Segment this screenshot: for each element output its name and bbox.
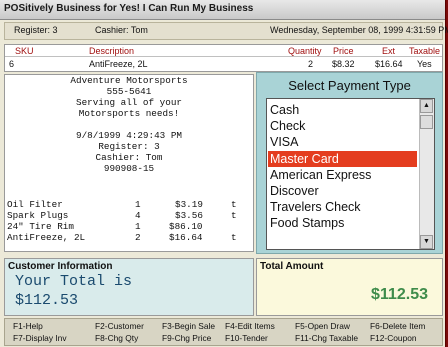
scroll-down-arrow-icon[interactable]: ▼ xyxy=(420,235,433,249)
fkey-f4-edit-items[interactable]: F4-Edit Items xyxy=(225,320,275,332)
receipt-panel: Adventure Motorsports 555-5641 Serving a… xyxy=(4,74,254,252)
receipt-item-price: $86.10 xyxy=(169,221,203,232)
receipt-register: Register: 3 xyxy=(98,141,160,152)
payment-options: Cash Check VISA Master Card American Exp… xyxy=(268,102,417,232)
fkey-f3-begin-sale[interactable]: F3-Begin Sale xyxy=(162,320,215,332)
register-label: Register: 3 xyxy=(14,25,58,35)
payment-option-master-card[interactable]: Master Card xyxy=(268,150,417,167)
payment-type-list[interactable]: Cash Check VISA Master Card American Exp… xyxy=(266,98,435,250)
fkey-f6-delete-item[interactable]: F6-Delete Item xyxy=(370,320,425,332)
fkey-f1-help[interactable]: F1-Help xyxy=(13,320,43,332)
payment-option-american-express[interactable]: American Express xyxy=(268,167,417,183)
payment-option-cash[interactable]: Cash xyxy=(268,102,417,118)
header-price: Price xyxy=(333,46,354,56)
scroll-thumb[interactable] xyxy=(420,115,433,129)
receipt-item-name: AntiFreeze, 2L xyxy=(7,232,86,243)
payment-option-food-stamps[interactable]: Food Stamps xyxy=(268,215,417,231)
row-sku[interactable]: 6 xyxy=(9,59,14,69)
receipt-item-tax: t xyxy=(231,199,237,210)
total-amount-panel: Total Amount $112.53 xyxy=(256,258,443,316)
receipt-item-price: $3.56 xyxy=(175,210,203,221)
payment-title: Select Payment Type xyxy=(288,78,411,93)
fkey-f12-coupon[interactable]: F12-Coupon xyxy=(370,332,417,344)
receipt-store-name: Adventure Motorsports xyxy=(70,75,188,86)
title-bar: POSitively Business for Yes! I Can Run M… xyxy=(0,0,445,20)
total-amount-label: Total Amount xyxy=(260,261,324,272)
receipt-item-price: $16.64 xyxy=(169,232,203,243)
receipt-item-name: 24" Tire Rim xyxy=(7,221,74,232)
cashier-label: Cashier: Tom xyxy=(95,25,148,35)
receipt-item-name: Spark Plugs xyxy=(7,210,69,221)
window-title: POSitively Business for Yes! I Can Run M… xyxy=(4,3,254,14)
customer-total-text: Your Total is xyxy=(15,273,133,290)
row-ext[interactable]: $16.64 xyxy=(375,59,403,69)
customer-info-panel: Customer Information Your Total is $112.… xyxy=(4,258,254,316)
fkey-f9-chg-price[interactable]: F9-Chg Price xyxy=(162,332,211,344)
receipt-datetime: 9/8/1999 4:29:43 PM xyxy=(75,130,182,141)
fkey-f7-display-inv[interactable]: F7-Display Inv xyxy=(13,332,67,344)
fkey-f2-customer[interactable]: F2-Customer xyxy=(95,320,144,332)
function-key-bar: F1-Help F2-Customer F3-Begin Sale F4-Edi… xyxy=(4,318,443,346)
scroll-up-arrow-icon[interactable]: ▲ xyxy=(420,99,433,113)
receipt-slogan-2: Motorsports needs! xyxy=(78,108,180,119)
receipt-item-qty: 2 xyxy=(135,232,141,243)
payment-list-scrollbar[interactable]: ▲ ▼ xyxy=(419,99,434,249)
fkey-f10-tender[interactable]: F10-Tender xyxy=(225,332,268,344)
item-table[interactable]: SKU Description Quantity Price Ext Taxab… xyxy=(4,44,443,72)
payment-option-discover[interactable]: Discover xyxy=(268,183,417,199)
receipt-item-tax: t xyxy=(231,232,237,243)
header-quantity: Quantity xyxy=(288,46,322,56)
receipt-item-qty: 1 xyxy=(135,199,141,210)
customer-info-label: Customer Information xyxy=(8,261,113,272)
payment-option-travelers-check[interactable]: Travelers Check xyxy=(268,199,417,215)
header-divider xyxy=(5,56,442,57)
receipt-phone: 555-5641 xyxy=(106,86,152,97)
pos-window: POSitively Business for Yes! I Can Run M… xyxy=(0,0,448,347)
receipt-cashier: Cashier: Tom xyxy=(95,152,163,163)
fkey-f5-open-draw[interactable]: F5-Open Draw xyxy=(295,320,350,332)
receipt-item-name: Oil Filter xyxy=(7,199,63,210)
receipt-transaction-id: 990908-15 xyxy=(103,163,155,174)
row-quantity[interactable]: 2 xyxy=(308,59,313,69)
row-price[interactable]: $8.32 xyxy=(332,59,355,69)
payment-type-panel: Select Payment Type Cash Check VISA Mast… xyxy=(256,72,443,254)
header-description: Description xyxy=(89,46,135,56)
receipt-item-tax: t xyxy=(231,210,237,221)
receipt-item-price: $3.19 xyxy=(175,199,203,210)
customer-total-amount: $112.53 xyxy=(15,292,79,309)
payment-option-check[interactable]: Check xyxy=(268,118,417,134)
receipt-item-qty: 1 xyxy=(135,221,141,232)
receipt-item-qty: 4 xyxy=(135,210,141,221)
payment-option-visa[interactable]: VISA xyxy=(268,134,417,150)
datetime-label: Wednesday, September 08, 1999 4:31:59 PM xyxy=(270,25,448,35)
header-sku: SKU xyxy=(15,46,34,56)
receipt-slogan-1: Serving all of your xyxy=(75,97,182,108)
header-taxable: Taxable xyxy=(409,46,441,56)
row-description[interactable]: AntiFreeze, 2L xyxy=(89,59,148,69)
total-amount-value: $112.53 xyxy=(371,286,428,303)
row-taxable[interactable]: Yes xyxy=(417,59,432,69)
fkey-f8-chg-qty[interactable]: F8-Chg Qty xyxy=(95,332,138,344)
fkey-f11-chg-taxable[interactable]: F11-Chg Taxable xyxy=(295,332,358,344)
header-ext: Ext xyxy=(382,46,396,56)
